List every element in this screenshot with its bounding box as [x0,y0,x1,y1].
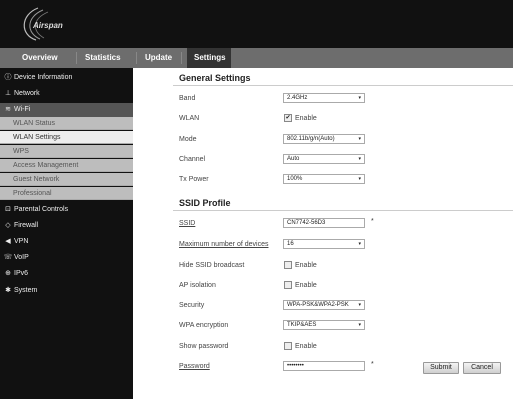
nav-settings[interactable]: Settings [187,48,231,68]
sidebar-item-ipv6[interactable]: ⊕ IPv6 [0,267,133,281]
wifi-icon: ≋ [5,106,11,113]
channel-label: Channel [179,156,206,163]
chevron-down-icon: ▾ [358,176,361,182]
band-label: Band [179,95,196,102]
sidebar-item-label: Device Information [14,74,73,81]
sidebar-subitem-wps[interactable]: WPS [0,145,133,158]
sidebar-item-firewall[interactable]: ◇ Firewall [0,219,133,233]
chevron-down-icon: ▾ [358,322,361,328]
nav-update[interactable]: Update [145,48,172,68]
channel-value: Auto [287,156,300,162]
tx-power-label: Tx Power [179,176,209,183]
ssid-label: SSID [179,220,196,227]
password-input[interactable]: •••••••• [283,361,365,371]
sidebar-subitem-wlan-status[interactable]: WLAN Status [0,117,133,130]
sidebar-item-label: IPv6 [14,270,29,277]
chevron-down-icon: ▾ [358,95,361,101]
nav-divider [181,52,182,64]
chevron-down-icon: ▾ [358,302,361,308]
chevron-down-icon: ▾ [358,241,361,247]
brand-name: Airspan [33,21,63,30]
password-label: Password [179,363,210,370]
show-password-checkbox[interactable] [284,342,292,350]
security-select[interactable]: WPA-PSK&WPA2-PSK ▾ [283,300,365,310]
sidebar-subitem-wlan-settings[interactable]: WLAN Settings [0,131,133,144]
sidebar-subitem-access-management[interactable]: Access Management [0,159,133,172]
wpa-encryption-label: WPA encryption [179,322,229,329]
ssid-profile-title: SSID Profile [179,198,231,208]
top-header: Airspan [0,0,513,48]
band-value: 2.4GHz [287,95,308,101]
show-password-label: Show password [179,343,229,350]
cancel-button[interactable]: Cancel [463,362,501,374]
shield-icon: ◇ [5,222,11,229]
wlan-enable-label: Enable [295,115,317,122]
sidebar-item-label: System [14,287,38,294]
sidebar-item-label: Wi-Fi [14,106,31,113]
info-icon: ⓘ [4,74,12,81]
nav-statistics[interactable]: Statistics [85,48,121,68]
ap-isolation-checkbox[interactable] [284,281,292,289]
ap-isolation-enable-label: Enable [295,282,317,289]
sidebar-item-vpn[interactable]: ◀ VPN [0,235,133,249]
sidebar-item-label: Firewall [14,222,39,229]
general-settings-title: General Settings [179,73,251,83]
hide-ssid-checkbox[interactable] [284,261,292,269]
divider [173,85,513,86]
max-devices-label: Maximum number of devices [179,241,269,248]
nav-divider [76,52,77,64]
tx-power-select[interactable]: 100% ▾ [283,174,365,184]
chevron-down-icon: ▾ [358,156,361,162]
required-marker: * [371,218,374,225]
wlan-enable-checkbox[interactable]: ✔ [284,114,292,122]
nav-divider [136,52,137,64]
sidebar-subitem-guest-network[interactable]: Guest Network [0,173,133,186]
phone-icon: ☏ [3,254,13,261]
wpa-encryption-select[interactable]: TKIP&AES ▾ [283,320,365,330]
ssid-input[interactable]: CN7742-56D3 [283,218,365,228]
hide-ssid-enable-label: Enable [295,262,317,269]
ap-isolation-label: AP isolation [179,282,216,289]
main-nav: Overview Statistics Update Settings [0,48,513,68]
tx-power-value: 100% [287,176,303,182]
sidebar-item-label: Parental Controls [14,206,69,213]
wlan-label: WLAN [179,115,200,122]
security-label: Security [179,302,205,309]
security-value: WPA-PSK&WPA2-PSK [287,302,349,308]
show-password-enable-label: Enable [295,343,317,350]
submit-button[interactable]: Submit [423,362,459,374]
max-devices-select[interactable]: 16 ▾ [283,239,365,249]
gear-icon: ✱ [5,287,11,294]
sidebar-item-system[interactable]: ✱ System [0,284,133,298]
mode-select[interactable]: 802.11b/g/n(Auto) ▾ [283,134,365,144]
sidebar-item-wifi[interactable]: ≋ Wi-Fi [0,103,133,117]
nav-overview[interactable]: Overview [22,48,58,68]
mode-value: 802.11b/g/n(Auto) [287,136,335,142]
sidebar: ⓘ Device Information ⊥ Network ≋ Wi-Fi WLAN… [0,68,133,399]
wpa-encryption-value: TKIP&AES [287,322,317,328]
band-select[interactable]: 2.4GHz ▾ [283,93,365,103]
sidebar-subitem-professional[interactable]: Professional [0,187,133,200]
chevron-down-icon: ▾ [358,136,361,142]
hide-ssid-label: Hide SSID broadcast [179,262,245,269]
sidebar-item-network[interactable]: ⊥ Network [0,87,133,101]
sidebar-item-label: VoIP [14,254,29,261]
sidebar-item-label: Network [14,90,40,97]
required-marker: * [371,361,374,368]
divider [173,210,513,211]
sidebar-item-device-information[interactable]: ⓘ Device Information [0,71,133,85]
lock-icon: ⊡ [5,206,11,213]
sidebar-item-voip[interactable]: ☏ VoIP [0,251,133,265]
max-devices-value: 16 [287,241,294,247]
settings-panel: General Settings Band 2.4GHz ▾ WLAN ✔ Ena… [133,68,513,399]
sidebar-item-parental-controls[interactable]: ⊡ Parental Controls [0,203,133,217]
vpn-icon: ◀ [5,238,11,245]
mode-label: Mode [179,136,197,143]
network-icon: ⊥ [4,90,12,97]
globe-icon: ⊕ [5,270,11,277]
sidebar-item-label: VPN [14,238,29,245]
channel-select[interactable]: Auto ▾ [283,154,365,164]
